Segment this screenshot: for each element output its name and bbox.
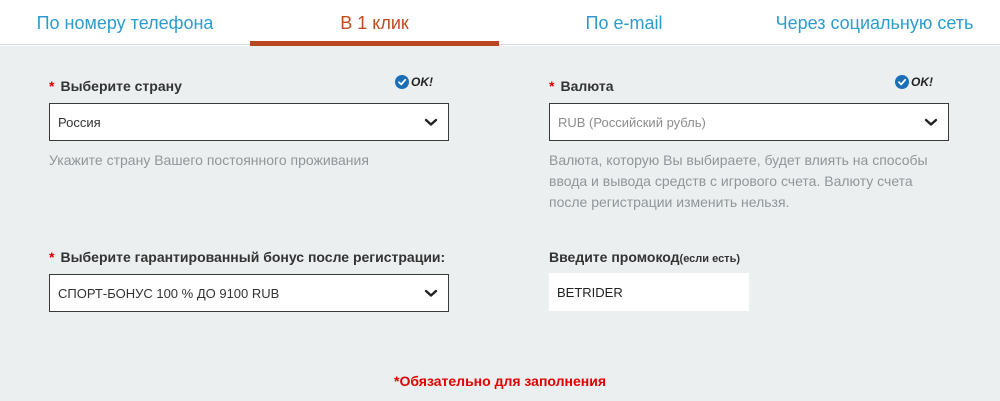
promo-label: Введите промокод(если есть)	[549, 249, 740, 265]
currency-hint-line: Валюта, которую Вы выбираете, будет влия…	[549, 152, 928, 168]
country-label-text: Выберите страну	[60, 78, 182, 94]
currency-select[interactable]: RUB (Российский рубль)	[549, 103, 949, 141]
country-select[interactable]: Россия	[49, 103, 449, 141]
registration-tabs: По номеру телефона В 1 клик По e-mail Че…	[0, 0, 1000, 46]
checkmark-icon	[395, 75, 409, 89]
bonus-select-value: СПОРТ-БОНУС 100 % ДО 9100 RUB	[58, 285, 280, 301]
active-tab-indicator	[250, 41, 499, 46]
country-hint: Укажите страну Вашего постоянного прожив…	[49, 152, 369, 168]
tab-one-click[interactable]: В 1 клик	[250, 0, 499, 46]
required-mark: *	[549, 78, 555, 94]
tabs-divider	[0, 44, 1000, 45]
tab-by-phone[interactable]: По номеру телефона	[0, 0, 250, 46]
checkmark-icon	[895, 75, 909, 89]
promo-label-note: (если есть)	[679, 253, 740, 265]
bonus-label-text: Выберите гарантированный бонус после рег…	[60, 249, 446, 265]
bonus-label: * Выберите гарантированный бонус после ре…	[49, 249, 445, 265]
currency-hint: Валюта, которую Вы выбираете, будет влия…	[549, 150, 928, 213]
tab-social-network[interactable]: Через социальную сеть	[749, 0, 1000, 46]
chevron-down-icon	[924, 118, 938, 126]
required-mark: *	[49, 249, 55, 265]
chevron-down-icon	[424, 118, 438, 126]
currency-label-text: Валюта	[560, 78, 614, 94]
country-label: * Выберите страну	[49, 78, 182, 94]
required-fields-note: *Обязательно для заполнения	[394, 373, 606, 389]
currency-label: * Валюта	[549, 78, 614, 94]
tab-by-email[interactable]: По e-mail	[499, 0, 749, 46]
currency-hint-line: ввода и вывода средств с игрового счета.…	[549, 173, 913, 189]
currency-ok-badge: OK!	[895, 75, 933, 89]
country-select-value: Россия	[58, 114, 101, 130]
country-ok-badge: OK!	[395, 75, 433, 89]
currency-select-value: RUB (Российский рубль)	[558, 114, 706, 130]
currency-hint-line: после регистрации изменить нельзя.	[549, 194, 790, 210]
promo-code-input[interactable]	[549, 273, 749, 311]
chevron-down-icon	[424, 289, 438, 297]
required-mark: *	[49, 78, 55, 94]
ok-label: OK!	[411, 75, 433, 89]
promo-label-text: Введите промокод	[549, 249, 680, 265]
bonus-select[interactable]: СПОРТ-БОНУС 100 % ДО 9100 RUB	[49, 274, 449, 312]
ok-label: OK!	[911, 75, 933, 89]
